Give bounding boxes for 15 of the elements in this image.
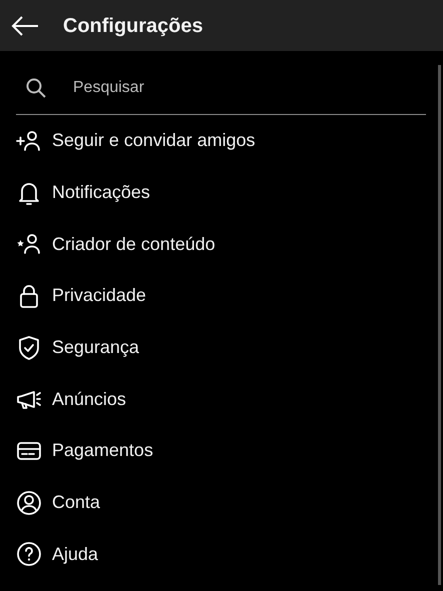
shield-check-icon (16, 334, 42, 361)
settings-item[interactable]: Conta (0, 476, 420, 528)
settings-item[interactable]: Anúncios (0, 373, 420, 426)
search-icon (26, 78, 46, 98)
search-field[interactable]: Pesquisar (73, 76, 273, 100)
settings-item[interactable]: Privacidade (0, 270, 420, 322)
account-icon (16, 490, 42, 516)
settings-item[interactable]: Segurança (0, 322, 420, 374)
settings-item[interactable]: Ajuda (0, 528, 420, 580)
settings-item[interactable]: Seguir e convidar amigos (0, 115, 420, 167)
help-icon (16, 541, 42, 568)
settings-item[interactable]: Notificações (0, 166, 420, 218)
settings-item[interactable]: Criador de conteúdo (0, 218, 420, 270)
page-title: Configurações (63, 14, 204, 38)
settings-item[interactable]: Pagamentos (0, 425, 420, 477)
